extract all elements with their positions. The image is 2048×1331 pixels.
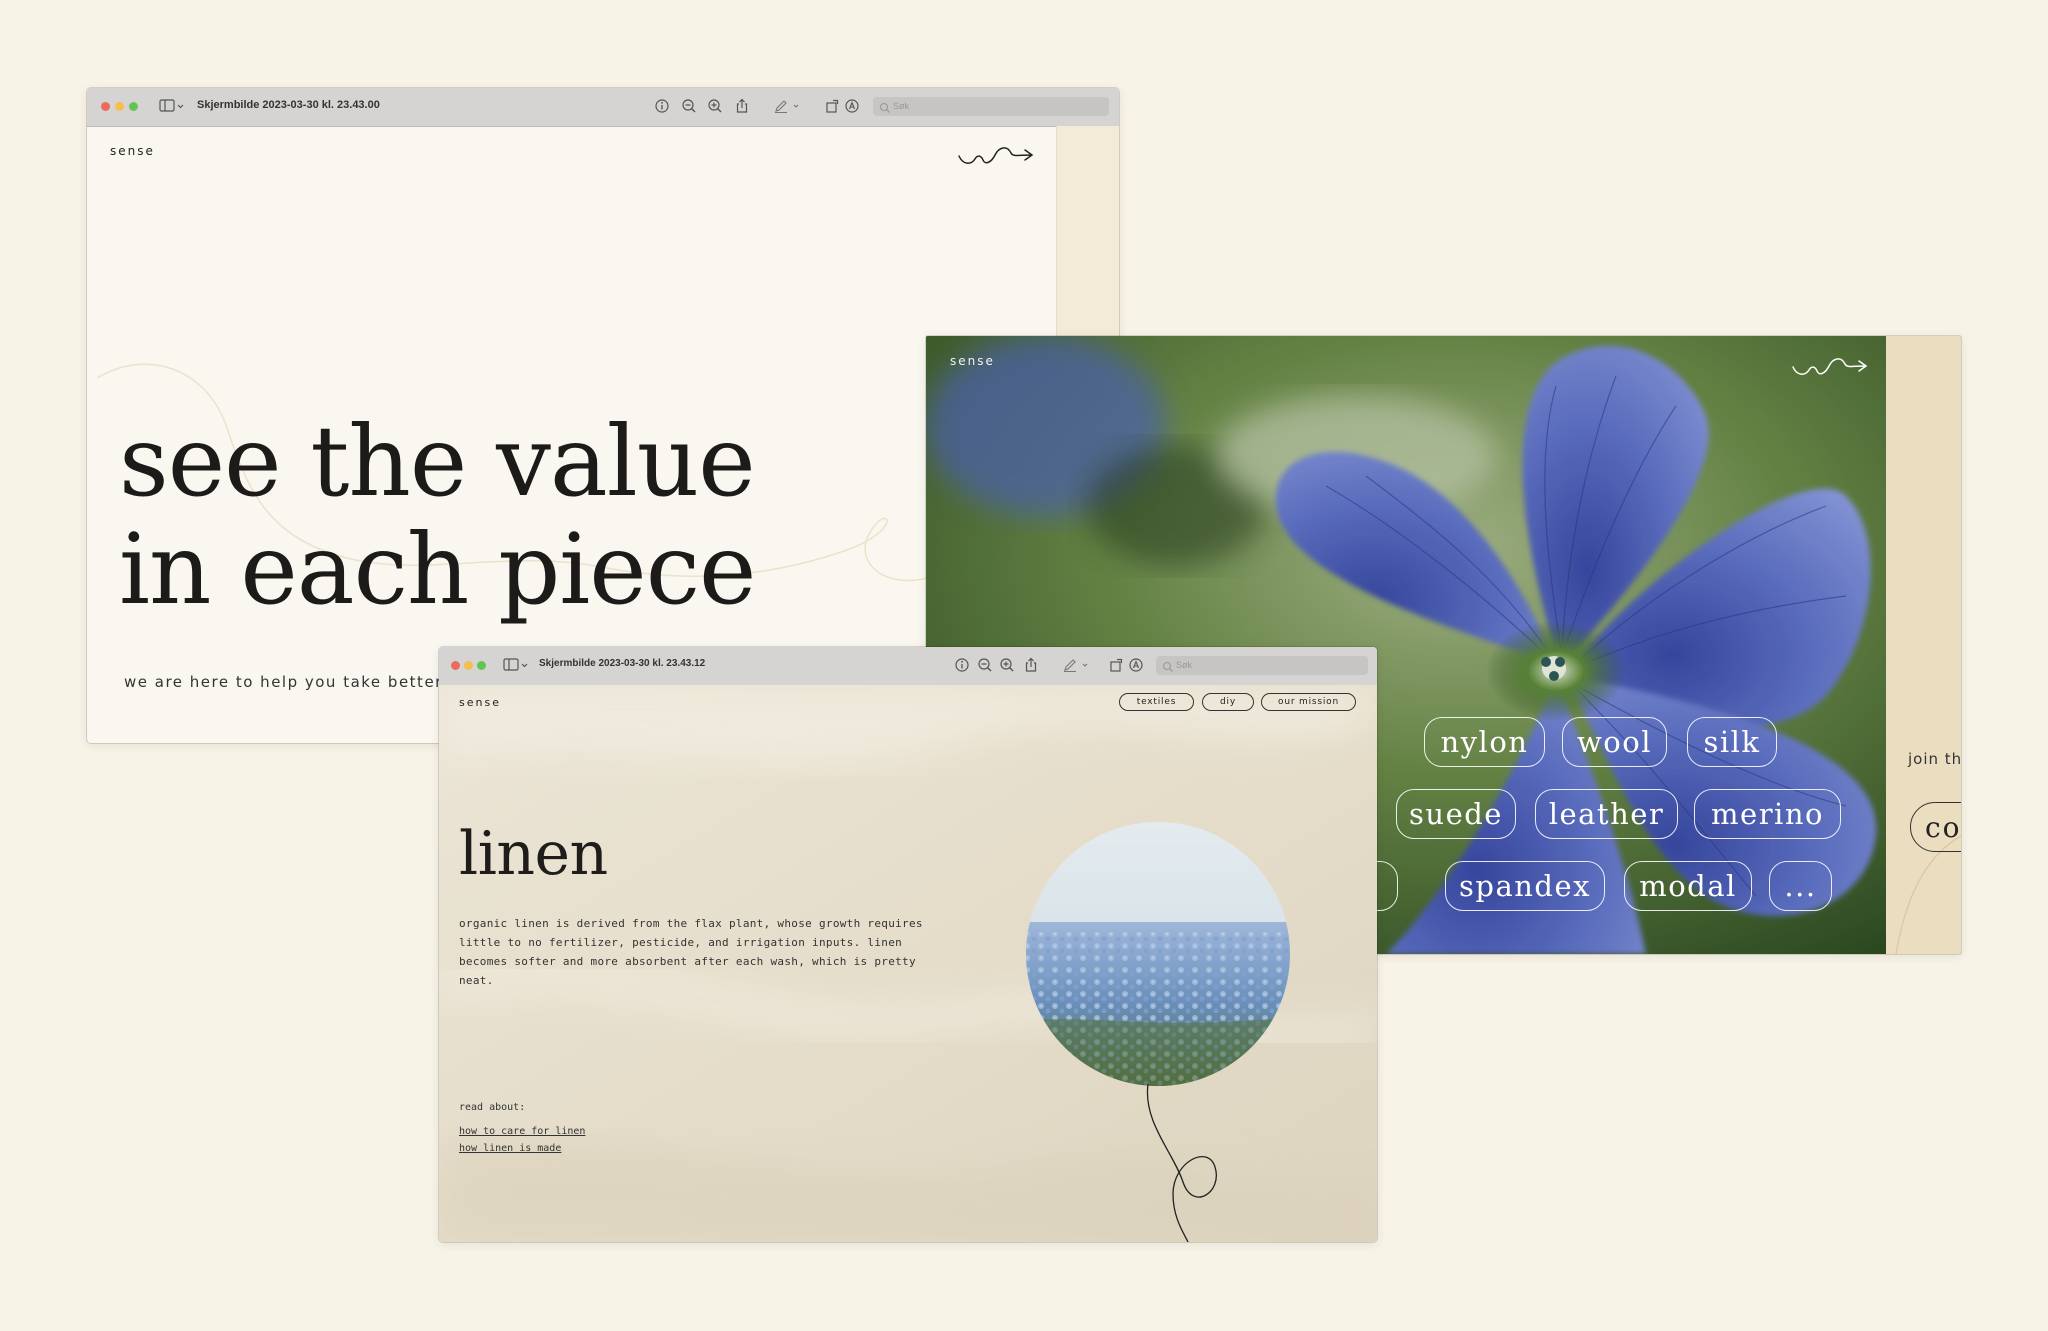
brand-logo[interactable]: sense: [950, 354, 995, 368]
search-input[interactable]: Søk: [1156, 656, 1368, 675]
zoom-out-icon[interactable]: [681, 98, 697, 119]
annotate-icon[interactable]: [844, 98, 860, 119]
side-panel: join th co: [1886, 336, 1961, 954]
zoom-button[interactable]: [477, 661, 486, 670]
window-title: Skjermbilde 2023-03-30 kl. 23.43.12: [539, 658, 706, 669]
hero-tagline: we are here to help you take better: [124, 673, 443, 691]
material-pill[interactable]: wool: [1562, 717, 1667, 767]
zoom-in-icon[interactable]: [999, 657, 1015, 678]
brand-logo[interactable]: sense: [110, 144, 155, 158]
zoom-out-icon[interactable]: [977, 657, 993, 678]
brand-logo[interactable]: sense: [459, 696, 501, 709]
share-icon[interactable]: [734, 98, 750, 119]
link-care-for-linen[interactable]: how to care for linen: [459, 1126, 585, 1137]
hero-line-2: in each piece: [119, 513, 756, 626]
material-pill[interactable]: merino: [1694, 789, 1841, 839]
minimize-button[interactable]: [464, 661, 473, 670]
search-input[interactable]: Søk: [873, 97, 1109, 116]
window-titlebar: Skjermbilde 2023-03-30 kl. 23.43.00 Søk: [87, 88, 1119, 127]
markup-icon[interactable]: [1062, 657, 1090, 678]
rotate-icon[interactable]: [825, 98, 841, 119]
linen-description: organic linen is derived from the flax p…: [459, 917, 923, 987]
search-icon: [879, 101, 891, 119]
nav-diy[interactable]: diy: [1202, 693, 1254, 711]
nav-our-mission[interactable]: our mission: [1261, 693, 1356, 711]
material-pill[interactable]: suede: [1396, 789, 1516, 839]
material-pill[interactable]: leather: [1535, 789, 1678, 839]
markup-icon[interactable]: [773, 98, 801, 119]
info-icon[interactable]: [654, 98, 670, 119]
material-pill[interactable]: silk: [1687, 717, 1777, 767]
hero-line-1: see the value: [119, 405, 756, 518]
window-title: Skjermbilde 2023-03-30 kl. 23.43.00: [197, 99, 380, 111]
link-how-linen-is-made[interactable]: how linen is made: [459, 1143, 561, 1154]
material-pill[interactable]: nylon: [1424, 717, 1545, 767]
close-button[interactable]: [101, 102, 110, 111]
squiggle-arrow-icon[interactable]: [957, 143, 1037, 178]
window-titlebar: Skjermbilde 2023-03-30 kl. 23.43.12 Søk: [439, 647, 1377, 686]
close-button[interactable]: [451, 661, 460, 670]
flax-field-photo: [1026, 822, 1290, 1242]
annotate-icon[interactable]: [1128, 657, 1144, 678]
page-title: linen: [459, 819, 608, 889]
sidebar-toggle-icon[interactable]: [159, 98, 185, 119]
info-icon[interactable]: [954, 657, 970, 678]
rotate-icon[interactable]: [1109, 657, 1125, 678]
material-pill-more[interactable]: ...: [1769, 861, 1832, 911]
zoom-button[interactable]: [129, 102, 138, 111]
decorative-flourish-line: [1895, 835, 1961, 954]
nav-textiles[interactable]: textiles: [1119, 693, 1194, 711]
minimize-button[interactable]: [115, 102, 124, 111]
material-pill[interactable]: modal: [1624, 861, 1752, 911]
material-pill[interactable]: spandex: [1445, 861, 1605, 911]
squiggle-arrow-icon[interactable]: [1791, 354, 1871, 389]
search-icon: [1162, 660, 1174, 678]
join-text: join th: [1908, 750, 1961, 768]
read-about-label: read about:: [459, 1102, 526, 1113]
zoom-in-icon[interactable]: [707, 98, 723, 119]
sidebar-toggle-icon[interactable]: [503, 657, 529, 678]
cta-button[interactable]: co: [1910, 802, 1961, 852]
share-icon[interactable]: [1023, 657, 1039, 678]
hero-headline: see the value in each piece: [119, 405, 756, 626]
preview-window-linen: Skjermbilde 2023-03-30 kl. 23.43.12 Søk: [439, 647, 1377, 1242]
